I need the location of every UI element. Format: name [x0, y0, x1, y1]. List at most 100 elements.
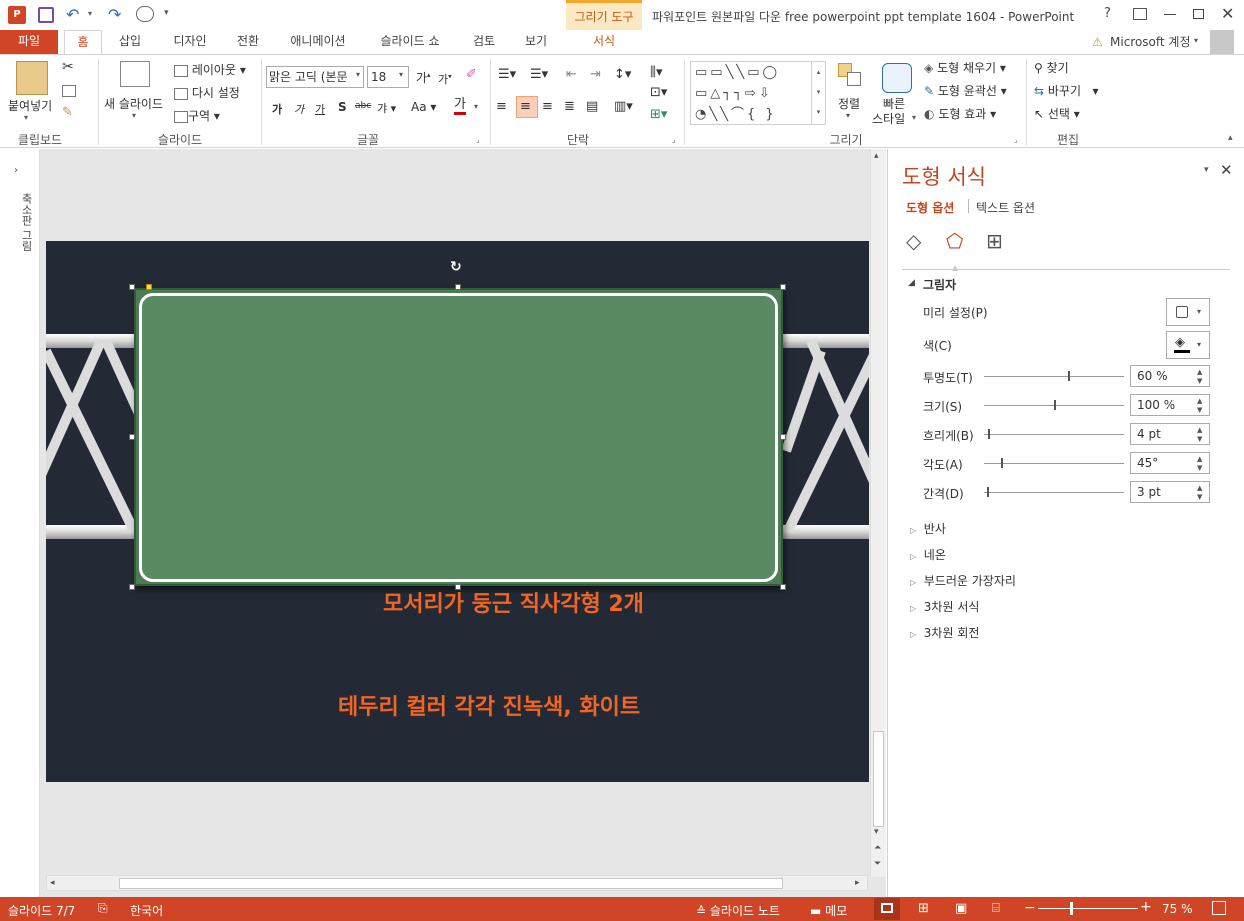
- property-slider[interactable]: [984, 371, 1124, 381]
- slide-text-line-1[interactable]: 모서리가 둥근 직사각형 2개: [383, 586, 683, 618]
- property-slider[interactable]: [984, 429, 1124, 439]
- font-dialog-launcher-icon[interactable]: ⌟: [476, 135, 480, 144]
- resize-handle[interactable]: [780, 584, 786, 590]
- slide-sorter-icon[interactable]: ⊞: [918, 901, 929, 916]
- font-color-dropdown-icon[interactable]: ▾: [474, 102, 478, 111]
- slide-canvas[interactable]: 모서리가 둥근 직사각형 2개 테두리 컬러 각각 진녹색, 화이트 ↻ ▴ ▾…: [40, 149, 886, 897]
- property-spinner[interactable]: 3 pt ▲ ▼: [1130, 481, 1210, 503]
- resize-handle[interactable]: [129, 284, 135, 290]
- replace-button[interactable]: ⇆ 바꾸기 ▾: [1034, 82, 1098, 99]
- spin-up-icon[interactable]: ▲: [1197, 397, 1207, 405]
- spin-down-icon[interactable]: ▼: [1197, 493, 1207, 501]
- tab-format[interactable]: 서식: [566, 30, 642, 54]
- font-color-button[interactable]: 가: [454, 98, 466, 115]
- cut-icon[interactable]: ✂: [62, 59, 74, 75]
- bold-icon[interactable]: 가: [272, 101, 282, 117]
- spin-down-icon[interactable]: ▼: [1197, 377, 1207, 385]
- save-icon[interactable]: [38, 7, 54, 23]
- align-left-icon[interactable]: ≡: [496, 99, 507, 114]
- property-slider-thumb[interactable]: [987, 487, 989, 497]
- tab-shape-options[interactable]: 도형 옵션: [906, 199, 954, 216]
- strikethrough-icon[interactable]: abc: [355, 101, 371, 111]
- rounded-rectangle-inner[interactable]: [139, 293, 778, 582]
- notes-button[interactable]: ≙ 슬라이드 노트: [696, 902, 780, 919]
- property-slider[interactable]: [984, 400, 1124, 410]
- quick-styles-icon[interactable]: [882, 63, 912, 93]
- adjust-handle[interactable]: [146, 284, 152, 290]
- increase-indent-icon[interactable]: ⇥: [590, 67, 601, 82]
- next-slide-icon[interactable]: ⏷: [874, 859, 881, 869]
- paste-button[interactable]: 붙여넣기: [8, 97, 52, 114]
- preset-dropdown[interactable]: ▾: [1166, 298, 1210, 326]
- help-button[interactable]: ?: [1104, 6, 1111, 21]
- 3d-format-section[interactable]: ▷ 3차원 서식: [910, 598, 979, 615]
- slide[interactable]: 모서리가 둥근 직사각형 2개 테두리 컬러 각각 진녹색, 화이트: [46, 241, 869, 782]
- shadow-icon[interactable]: S: [338, 100, 347, 114]
- tab-file[interactable]: 파일: [0, 30, 58, 54]
- tab-transitions[interactable]: 전환: [226, 30, 270, 54]
- numbering-icon[interactable]: ☰▾: [530, 67, 548, 82]
- char-spacing-icon[interactable]: 갸 ▾: [377, 100, 396, 116]
- tab-design[interactable]: 디자인: [162, 30, 218, 54]
- arrange-button[interactable]: 정렬: [838, 95, 860, 112]
- text-direction-icon[interactable]: ⫼▾: [650, 65, 663, 80]
- resize-handle[interactable]: [780, 434, 786, 440]
- spin-down-icon[interactable]: ▼: [1197, 406, 1207, 414]
- reading-view-icon[interactable]: ▣: [955, 901, 967, 916]
- line-spacing-icon[interactable]: ↕▾: [614, 67, 631, 82]
- spin-up-icon[interactable]: ▲: [1197, 455, 1207, 463]
- columns-icon[interactable]: ▥▾: [614, 99, 633, 114]
- format-painter-icon[interactable]: ✎: [62, 105, 73, 120]
- reflection-section[interactable]: ▷ 반사: [910, 520, 946, 537]
- property-spinner[interactable]: 60 % ▲ ▼: [1130, 365, 1210, 387]
- comments-button[interactable]: ▬ 메모: [810, 902, 847, 919]
- spin-down-icon[interactable]: ▼: [1197, 464, 1207, 472]
- slideshow-start-icon[interactable]: [136, 6, 154, 22]
- arrange-dropdown-icon[interactable]: ▾: [846, 111, 850, 120]
- quick-styles-dropdown-icon[interactable]: ▾: [912, 113, 916, 122]
- spin-down-icon[interactable]: ▼: [1197, 435, 1207, 443]
- soft-edges-section[interactable]: ▷ 부드러운 가장자리: [910, 572, 1016, 589]
- property-slider[interactable]: [984, 458, 1124, 468]
- vertical-scroll-thumb[interactable]: [873, 731, 884, 827]
- arrange-icon[interactable]: [838, 63, 862, 87]
- minimize-icon[interactable]: [1164, 14, 1176, 15]
- slide-count[interactable]: 슬라이드 7/7: [8, 902, 75, 919]
- section-button[interactable]: 구역 ▾: [174, 107, 220, 124]
- account-label[interactable]: Microsoft 계정: [1110, 33, 1191, 50]
- undo-icon[interactable]: ↶: [66, 5, 79, 24]
- 3d-rotation-section[interactable]: ▷ 3차원 회전: [910, 624, 979, 641]
- change-case-button[interactable]: Aa ▾: [411, 100, 436, 114]
- property-slider-thumb[interactable]: [1001, 458, 1003, 468]
- property-slider-thumb[interactable]: [988, 429, 990, 439]
- shape-outline-button[interactable]: ✎ 도형 윤곽선 ▾: [924, 82, 1007, 99]
- zoom-out-icon[interactable]: −: [1024, 900, 1036, 916]
- zoom-level[interactable]: 75 %: [1162, 902, 1193, 916]
- resize-handle[interactable]: [455, 584, 461, 590]
- slide-text-line-2[interactable]: 테두리 컬러 각각 진녹색, 화이트: [338, 689, 738, 721]
- zoom-in-icon[interactable]: +: [1140, 899, 1152, 915]
- resize-handle[interactable]: [129, 434, 135, 440]
- prev-slide-icon[interactable]: ⏶: [874, 843, 881, 853]
- clear-format-icon[interactable]: ✐: [466, 67, 477, 82]
- distribute-icon[interactable]: ▤: [586, 99, 598, 114]
- decrease-indent-icon[interactable]: ⇤: [566, 67, 577, 82]
- spelling-icon[interactable]: ⎘: [98, 901, 108, 916]
- scroll-right-icon[interactable]: ▸: [855, 878, 860, 888]
- font-name-dropdown-icon[interactable]: ▾: [356, 70, 360, 79]
- drawing-dialog-launcher-icon[interactable]: ⌟: [1014, 135, 1018, 144]
- scroll-down-icon[interactable]: ▾: [874, 827, 879, 837]
- resize-handle[interactable]: [455, 284, 461, 290]
- new-slide-icon[interactable]: [120, 61, 150, 87]
- fill-line-icon[interactable]: ◇: [906, 229, 921, 253]
- shapes-gallery[interactable]: ▭▭╲╲▭◯ ▭△┐┐⇨⇩ ◔╲╲⌒{ }: [690, 61, 826, 125]
- bullets-icon[interactable]: ☰▾: [498, 67, 516, 82]
- copy-icon[interactable]: [62, 83, 76, 97]
- shapes-gallery-scroll[interactable]: ▴ ▾ ▾: [811, 62, 825, 124]
- color-dropdown[interactable]: ◈ ▾: [1166, 331, 1210, 359]
- undo-dropdown-icon[interactable]: ▾: [88, 9, 92, 18]
- tab-insert[interactable]: 삽입: [108, 30, 152, 54]
- horizontal-scroll-thumb[interactable]: [119, 878, 783, 889]
- decrease-font-icon[interactable]: 가▾: [438, 71, 452, 87]
- underline-icon[interactable]: 가: [315, 101, 325, 117]
